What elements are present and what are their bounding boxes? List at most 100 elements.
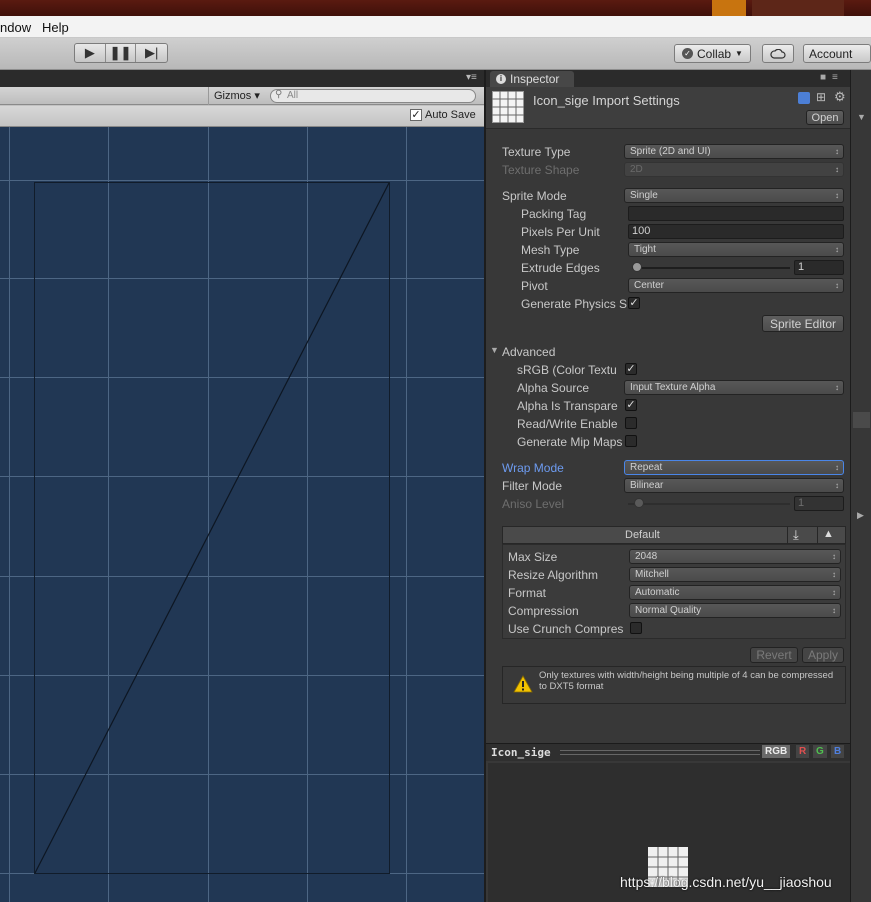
pivot-label: Pivot — [521, 279, 548, 293]
tab-inspector[interactable]: i Inspector — [490, 71, 574, 87]
apply-button[interactable]: Apply — [802, 647, 844, 663]
scene-view[interactable] — [0, 127, 484, 902]
srgb-checkbox[interactable]: ✓ — [625, 363, 637, 375]
generate-mipmaps-checkbox[interactable] — [625, 435, 637, 447]
menu-bar: ndow Help — [0, 16, 871, 38]
search-placeholder: All — [287, 90, 299, 101]
aniso-level-field: 1 — [794, 496, 844, 511]
extrude-edges-field[interactable]: 1 — [794, 260, 844, 275]
menu-help[interactable]: Help — [42, 20, 69, 35]
cloud-button[interactable] — [762, 44, 794, 63]
aniso-level-slider — [628, 503, 790, 505]
wrap-mode-dropdown[interactable]: Repeat — [624, 460, 844, 475]
generate-physics-checkbox[interactable]: ✓ — [628, 297, 640, 309]
scrollbar-thumb[interactable] — [853, 412, 870, 428]
sprite-editor-button[interactable]: Sprite Editor — [762, 315, 844, 332]
extrude-edges-slider[interactable] — [632, 267, 790, 269]
alpha-transparency-checkbox[interactable]: ✓ — [625, 399, 637, 411]
tab-menu-icon[interactable]: ▾≡ — [466, 72, 477, 83]
revert-button[interactable]: Revert — [750, 647, 798, 663]
use-crunch-checkbox[interactable] — [630, 622, 642, 634]
resize-algorithm-dropdown[interactable]: Mitchell — [629, 567, 841, 582]
scene-toolbar: Gizmos ▾ ⚲ All — [0, 87, 484, 105]
compression-label: Compression — [508, 604, 579, 618]
menu-window[interactable]: ndow — [0, 20, 31, 35]
collab-button[interactable]: ✓ Collab ▼ — [674, 44, 751, 63]
warning-icon — [513, 675, 533, 693]
gizmos-dropdown[interactable]: Gizmos ▾ — [214, 89, 260, 102]
tab-divider — [787, 527, 788, 544]
sprite-diagonal-line — [34, 182, 390, 874]
play-button[interactable]: ▶ — [75, 44, 106, 62]
playback-controls: ▶ ❚❚ ▶| — [74, 43, 168, 63]
pause-button[interactable]: ❚❚ — [106, 44, 137, 62]
compression-warning: Only textures with width/height being mu… — [502, 666, 846, 704]
platform-tab-bar: Default ⤓ ▲ — [502, 526, 846, 544]
download-icon[interactable]: ⤓ — [793, 527, 799, 543]
foldout-arrow-icon[interactable]: ▶ — [857, 510, 864, 521]
foldout-arrow-icon[interactable]: ▼ — [857, 112, 866, 122]
extrude-edges-label: Extrude Edges — [521, 261, 600, 275]
collab-label: Collab — [697, 46, 732, 61]
read-write-label: Read/Write Enable — [517, 417, 618, 431]
texture-type-dropdown[interactable]: Sprite (2D and UI) — [624, 144, 844, 159]
generate-physics-label: Generate Physics S — [521, 297, 628, 311]
tab-menu-icon[interactable]: ≡ — [832, 72, 838, 83]
inspector-header: Icon_sige Import Settings ⊞ ⚙ Open — [486, 87, 852, 129]
android-icon[interactable]: ▲ — [823, 528, 834, 540]
channel-r-button[interactable]: R — [796, 745, 810, 758]
check-circle-icon: ✓ — [682, 48, 694, 59]
alpha-source-dropdown[interactable]: Input Texture Alpha — [624, 380, 844, 395]
filter-mode-label: Filter Mode — [502, 479, 563, 493]
hierarchy-panel-edge: ▼ ▶ — [850, 70, 871, 902]
max-size-dropdown[interactable]: 2048 — [629, 549, 841, 564]
pivot-dropdown[interactable]: Center — [628, 278, 844, 293]
help-book-icon[interactable] — [798, 92, 810, 104]
gear-icon[interactable]: ⚙ — [834, 89, 846, 105]
packing-tag-label: Packing Tag — [521, 207, 587, 221]
filter-mode-dropdown[interactable]: Bilinear — [624, 478, 844, 493]
channel-rgb-button[interactable]: RGB — [762, 745, 791, 758]
resize-algorithm-label: Resize Algorithm — [508, 568, 599, 582]
read-write-checkbox[interactable] — [625, 417, 637, 429]
preview-header: Icon_sige RGB R G B — [486, 743, 852, 761]
account-label: Account — [809, 46, 853, 61]
alpha-source-label: Alpha Source — [517, 381, 590, 395]
open-button[interactable]: Open — [806, 110, 844, 125]
preset-icon[interactable]: ⊞ — [816, 90, 826, 104]
extrude-edges-slider-knob[interactable] — [632, 262, 642, 272]
srgb-label: sRGB (Color Textu — [517, 363, 617, 377]
packing-tag-field[interactable] — [628, 206, 844, 221]
use-crunch-label: Use Crunch Compres — [508, 622, 624, 636]
pixels-per-unit-field[interactable]: 100 — [628, 224, 844, 239]
cloud-icon — [770, 48, 786, 59]
tab-divider — [817, 527, 818, 544]
format-dropdown[interactable]: Automatic — [629, 585, 841, 600]
mesh-type-label: Mesh Type — [521, 243, 580, 257]
wrap-mode-label: Wrap Mode — [502, 461, 564, 475]
sprite-mode-dropdown[interactable]: Single — [624, 188, 844, 203]
taskbar-item — [752, 0, 844, 16]
foldout-arrow-icon[interactable]: ▼ — [490, 345, 499, 355]
tab-default-platform[interactable]: Default — [625, 529, 660, 541]
warning-text: Only textures with width/height being mu… — [539, 670, 834, 692]
channel-g-button[interactable]: G — [813, 745, 827, 758]
mesh-type-dropdown[interactable]: Tight — [628, 242, 844, 257]
lock-icon[interactable]: ■ — [820, 72, 826, 83]
account-button[interactable]: Account — [803, 44, 871, 63]
texture-thumbnail-icon — [492, 91, 524, 123]
window-title-strip — [0, 0, 871, 16]
preview-drag-handle[interactable] — [560, 750, 760, 755]
tab-inspector-label: Inspector — [510, 72, 560, 86]
step-icon: ▶| — [144, 45, 159, 60]
pause-icon: ❚❚ — [109, 45, 132, 60]
scene-tab-strip: ▾≡ — [0, 70, 484, 87]
channel-b-button[interactable]: B — [831, 745, 845, 758]
info-icon: i — [496, 74, 506, 84]
scene-search-input[interactable]: ⚲ All — [270, 89, 476, 103]
compression-dropdown[interactable]: Normal Quality — [629, 603, 841, 618]
step-button[interactable]: ▶| — [136, 44, 167, 62]
auto-save-checkbox[interactable]: ✓ — [410, 109, 422, 121]
texture-shape-dropdown: 2D — [624, 162, 844, 177]
advanced-foldout-label[interactable]: Advanced — [502, 345, 555, 359]
